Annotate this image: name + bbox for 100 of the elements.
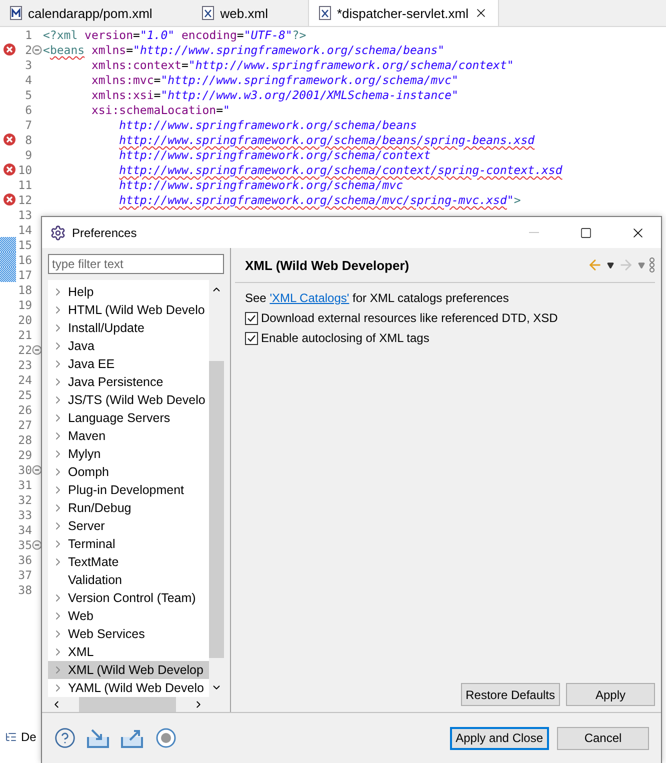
line-number: 28 — [17, 432, 32, 446]
tree-item[interactable]: XML — [48, 643, 209, 661]
line-number: 12 — [17, 192, 32, 206]
editor-tab[interactable]: *dispatcher-servlet.xml — [308, 0, 500, 26]
catalogs-link[interactable]: 'XML Catalogs' — [270, 291, 350, 305]
code-line: http://www.springframework.org/schema/beans — [119, 118, 417, 132]
tree-item[interactable]: Java — [48, 337, 209, 355]
code-line: xsi:schemaLocation=" — [91, 102, 230, 116]
dialog-button[interactable]: Apply and Close — [450, 726, 549, 750]
fold-icon[interactable] — [32, 540, 42, 550]
fold-icon[interactable] — [32, 344, 42, 354]
line-number: 2 — [24, 42, 32, 56]
tree-item[interactable]: YAML (Wild Web Develo — [48, 679, 209, 697]
tree-item[interactable]: Java EE — [48, 355, 209, 373]
page-button[interactable]: Apply — [566, 683, 655, 706]
minimize-icon — [529, 232, 539, 233]
tree-item[interactable]: Run/Debug — [48, 499, 209, 517]
line-number: 18 — [17, 282, 32, 296]
line-number: 35 — [17, 538, 32, 552]
line-number: 10 — [17, 162, 32, 176]
fold-icon[interactable] — [32, 464, 42, 474]
line-number: 16 — [17, 252, 32, 266]
tree-item[interactable]: Validation — [48, 571, 209, 589]
tree-item[interactable]: Web Services — [48, 625, 209, 643]
line-number: 11 — [17, 178, 32, 192]
code-line: http://www.springframework.org/schema/beans/spring-beans.xsd — [119, 132, 535, 146]
tree-item[interactable]: Plug-in Development — [48, 481, 209, 499]
code-line: http://www.springframework.org/schema/context — [119, 148, 431, 162]
line-number: 7 — [24, 118, 32, 132]
tree-item[interactable]: Mylyn — [48, 445, 209, 463]
tree-item[interactable]: Oomph — [48, 463, 209, 481]
tree-item[interactable]: TextMate — [48, 553, 209, 571]
file-icon — [202, 6, 214, 20]
line-number: 14 — [17, 222, 32, 236]
dropdown-icon[interactable] — [607, 262, 614, 268]
file-icon — [10, 6, 22, 20]
tree-item[interactable]: Install/Update — [48, 319, 209, 337]
line-number: 32 — [17, 492, 32, 506]
fold-icon[interactable] — [32, 44, 42, 54]
option-checkbox[interactable]: Download external resources like referenced DTD, XSD — [245, 311, 655, 325]
line-number: 37 — [17, 568, 32, 582]
record-icon[interactable] — [154, 727, 178, 749]
intro-text: See 'XML Catalogs' for XML catalogs preferences — [245, 291, 510, 305]
page-title: XML (Wild Web Developer) — [245, 258, 410, 272]
line-number: 4 — [24, 72, 32, 86]
line-number: 3 — [24, 58, 32, 72]
line-number: 33 — [17, 508, 32, 522]
option-checkbox[interactable]: Enable autoclosing of XML tags — [245, 331, 655, 345]
help-icon[interactable] — [54, 727, 76, 749]
tree-item[interactable]: Help — [48, 283, 209, 301]
tree-item[interactable]: Server — [48, 517, 209, 535]
code-line: xmlns:xsi="http://www.w3.org/2001/XMLSchema-instance" — [91, 88, 458, 102]
dialog-button[interactable]: Cancel — [557, 726, 649, 750]
line-number: 30 — [17, 462, 32, 476]
line-number: 8 — [24, 132, 32, 146]
check-icon — [247, 314, 256, 322]
editor-tab[interactable]: calendarapp/pom.xml — [0, 0, 162, 26]
tree-item[interactable]: HTML (Wild Web Develo — [48, 301, 209, 319]
line-number: 1 — [24, 28, 32, 42]
editor-tab[interactable]: web.xml — [192, 0, 278, 26]
line-number: 24 — [17, 372, 32, 386]
tree-item[interactable]: Terminal — [48, 535, 209, 553]
gear-icon — [50, 224, 66, 240]
view-tab[interactable]: De — [21, 730, 36, 744]
outline-icon — [5, 731, 17, 743]
tree-item[interactable]: Java Persistence — [48, 373, 209, 391]
tree-item[interactable]: JS/TS (Wild Web Develo — [48, 391, 209, 409]
line-number: 22 — [17, 342, 32, 356]
import-icon[interactable] — [86, 727, 110, 749]
line-number: 15 — [17, 238, 32, 252]
line-number: 31 — [17, 478, 32, 492]
line-number: 9 — [24, 148, 32, 162]
window-title: Preferences — [72, 226, 138, 240]
line-number: 5 — [24, 88, 32, 102]
code-line: <beans xmlns="http://www.springframework.org/schema/beans" — [43, 42, 445, 56]
tree-item[interactable]: Version Control (Team) — [48, 589, 209, 607]
code-line: http://www.springframework.org/schema/context/spring-context.xsd — [119, 162, 562, 176]
menu-icon[interactable] — [649, 257, 655, 273]
export-icon[interactable] — [120, 727, 144, 749]
code-line: http://www.springframework.org/schema/mvc/spring-mvc.xsd"> — [119, 192, 521, 206]
line-number: 25 — [17, 388, 32, 402]
line-number: 26 — [17, 402, 32, 416]
code-line: http://www.springframework.org/schema/mvc — [119, 178, 404, 192]
page-button[interactable]: Restore Defaults — [460, 683, 560, 706]
line-number: 21 — [17, 328, 32, 342]
line-number: 36 — [17, 552, 32, 566]
tree-item[interactable]: XML (Wild Web Develop — [48, 661, 209, 679]
filter-field[interactable]: type filter text — [48, 254, 224, 274]
check-icon — [247, 334, 256, 342]
tree-item[interactable]: Language Servers — [48, 409, 209, 427]
maximize-icon — [580, 226, 592, 238]
line-number: 34 — [17, 522, 32, 536]
line-number: 23 — [17, 358, 32, 372]
tree-item[interactable]: Maven — [48, 427, 209, 445]
tree-item[interactable]: Web — [48, 607, 209, 625]
line-number: 17 — [17, 268, 32, 282]
code-line: xmlns:context="http://www.springframework.org/schema/context" — [91, 58, 514, 72]
line-number: 19 — [17, 298, 32, 312]
line-number: 29 — [17, 448, 32, 462]
line-number: 38 — [17, 582, 32, 596]
